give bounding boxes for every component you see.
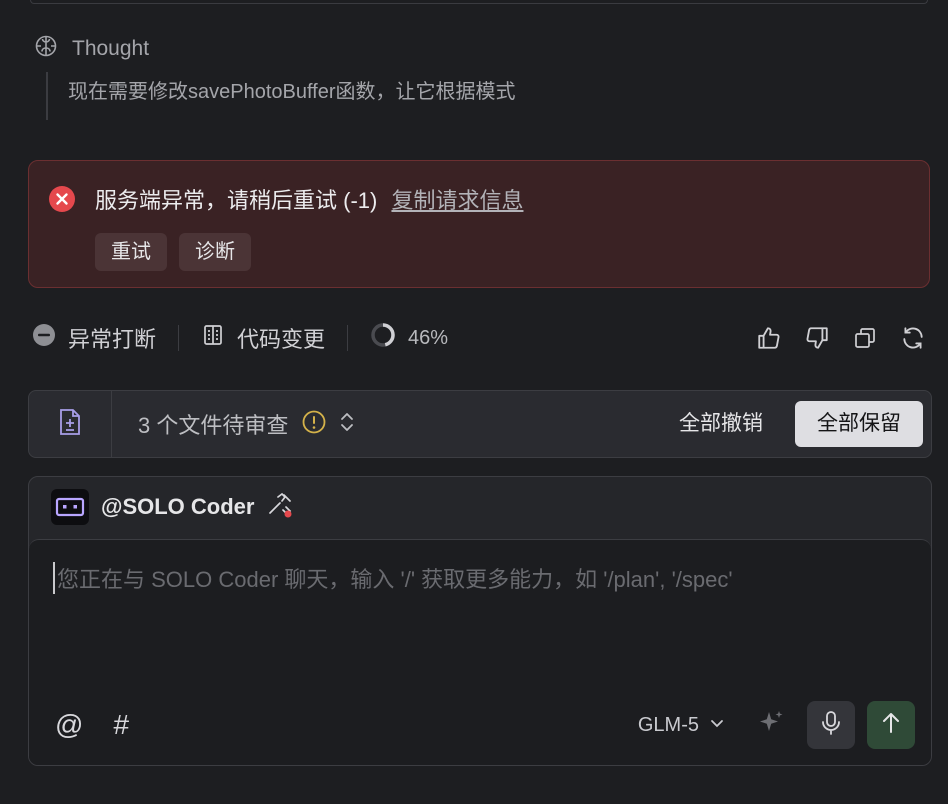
thumbs-down-icon[interactable] [804, 325, 830, 351]
error-icon [49, 186, 75, 212]
error-card: 服务端异常，请稍后重试 (-1) 复制请求信息 重试 诊断 [28, 160, 930, 288]
chevron-down-icon [709, 714, 725, 737]
message-input[interactable]: 您正在与 SOLO Coder 聊天，输入 '/' 获取更多能力，如 '/pla… [53, 562, 733, 594]
retry-button[interactable]: 重试 [95, 233, 167, 271]
progress-indicator: 46% [370, 322, 448, 354]
review-actions: 全部撤销 全部保留 [657, 401, 923, 447]
divider [178, 325, 180, 351]
model-selector[interactable]: GLM-5 [638, 714, 725, 737]
chat-composer: @SOLO Coder 您正在与 SOLO Coder 聊天，输入 '/' 获取… [28, 476, 932, 766]
status-row: 异常打断 代码变更 46% [32, 318, 926, 358]
hashtag-icon[interactable]: # [113, 709, 129, 741]
regenerate-icon[interactable] [900, 325, 926, 351]
interrupted-label: 异常打断 [68, 327, 157, 352]
review-count-text: 3 个文件待审查 [138, 413, 289, 438]
thought-label: Thought [72, 36, 150, 60]
input-actions: GLM-5 [638, 701, 915, 749]
previous-message-border [30, 0, 928, 4]
code-changes-button[interactable]: 代码变更 [201, 322, 325, 354]
diagnose-button[interactable]: 诊断 [179, 233, 251, 271]
thought-content: 现在需要修改savePhotoBuffer函数，让它根据模式 [46, 72, 516, 120]
arrow-up-icon [879, 710, 903, 741]
thought-text: 现在需要修改savePhotoBuffer函数，让它根据模式 [68, 81, 516, 103]
agent-row: @SOLO Coder [51, 487, 294, 527]
message-input-area[interactable]: 您正在与 SOLO Coder 聊天，输入 '/' 获取更多能力，如 '/pla… [29, 539, 931, 765]
microphone-icon [819, 710, 843, 741]
model-name: GLM-5 [637, 713, 699, 736]
thought-header[interactable]: Thought [34, 34, 149, 63]
sparkle-icon [756, 708, 786, 743]
solo-coder-avatar-icon [51, 489, 89, 525]
minus-circle-icon [32, 323, 56, 353]
divider [347, 325, 349, 351]
interrupted-status: 异常打断 [32, 322, 156, 354]
thumbs-up-icon[interactable] [756, 325, 782, 351]
sparkle-button[interactable] [747, 701, 795, 749]
copy-icon[interactable] [852, 325, 878, 351]
code-diff-icon [201, 323, 225, 353]
progress-ring-icon [370, 322, 396, 354]
warning-icon[interactable] [302, 410, 326, 439]
message-actions [756, 325, 926, 351]
tools-icon[interactable] [266, 491, 294, 524]
send-button[interactable] [867, 701, 915, 749]
file-review-bar: 3 个文件待审查 全部撤销 全部保留 [28, 390, 932, 458]
copy-request-info-link[interactable]: 复制请求信息 [391, 188, 523, 213]
agent-name: @SOLO Coder [101, 494, 255, 519]
code-changes-label: 代码变更 [237, 327, 326, 352]
file-diff-icon [58, 408, 82, 441]
error-message-line: 服务端异常，请稍后重试 (-1) 复制请求信息 [95, 183, 523, 215]
mention-icon[interactable]: @ [55, 709, 83, 741]
revert-all-button[interactable]: 全部撤销 [657, 401, 785, 447]
keep-all-button[interactable]: 全部保留 [795, 401, 923, 447]
error-message: 服务端异常，请稍后重试 (-1) [95, 188, 378, 213]
input-tools: @ # [55, 709, 129, 741]
expand-sort-icon[interactable] [336, 410, 358, 439]
progress-percent: 46% [408, 326, 449, 349]
brain-icon [34, 34, 58, 63]
error-actions: 重试 诊断 [95, 233, 251, 271]
review-file-button[interactable] [29, 391, 112, 457]
microphone-button[interactable] [807, 701, 855, 749]
